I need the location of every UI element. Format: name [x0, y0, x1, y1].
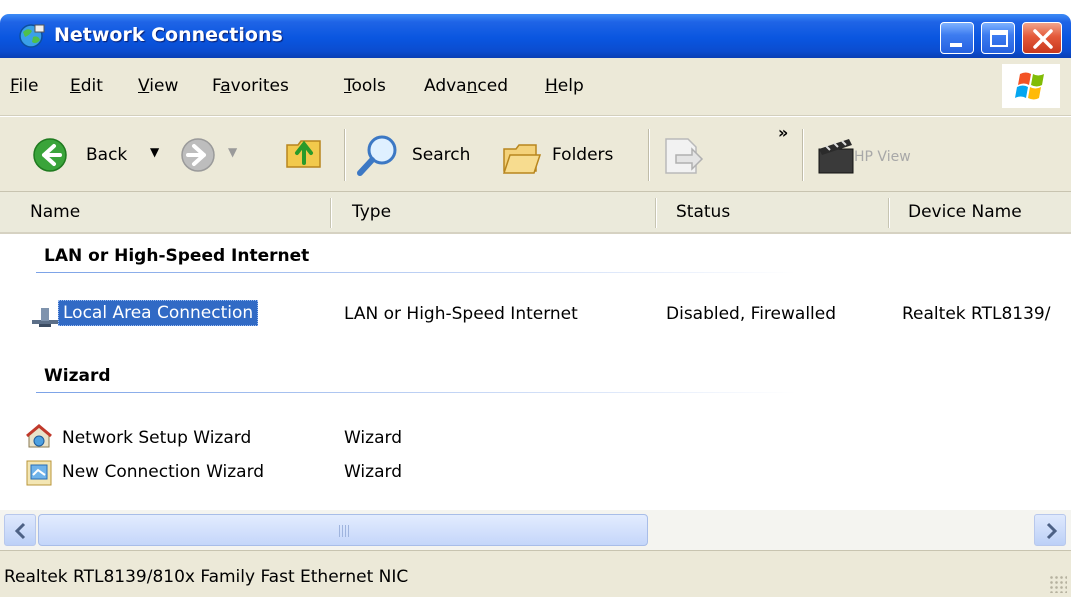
status-bar: Realtek RTL8139/810x Family Fast Etherne… — [0, 550, 1071, 597]
up-folder-button[interactable] — [284, 131, 328, 179]
back-button[interactable]: Back ▼ — [4, 127, 174, 183]
menu-favorites-pre: F — [212, 76, 221, 96]
scrollbar-thumb[interactable] — [38, 514, 648, 546]
menu-advanced-accel: n — [466, 76, 478, 96]
title-bar[interactable]: Network Connections — [0, 14, 1071, 58]
lan-connection-icon — [32, 308, 58, 327]
column-header-name[interactable]: Name — [22, 192, 80, 232]
up-folder-icon — [286, 140, 321, 168]
menu-help[interactable]: Help — [545, 76, 584, 96]
menu-advanced[interactable]: Advanced — [424, 76, 508, 96]
hp-view-button[interactable]: HP View — [812, 127, 952, 183]
move-to-button[interactable] — [658, 129, 718, 181]
window-title: Network Connections — [54, 24, 283, 46]
windows-logo-icon — [1002, 64, 1060, 108]
forward-button[interactable]: ▼ — [174, 127, 254, 183]
group-divider — [36, 392, 796, 393]
resize-grip-icon[interactable] — [1049, 575, 1067, 593]
wizard-name: New Connection Wizard — [62, 462, 265, 482]
column-divider[interactable] — [655, 198, 656, 228]
menu-advanced-label: ced — [477, 76, 508, 96]
maximize-button[interactable] — [981, 22, 1015, 54]
back-arrow-icon — [33, 138, 67, 172]
minimize-icon — [950, 43, 962, 47]
toolbar-separator — [648, 129, 650, 181]
menu-tools-label: ools — [351, 76, 386, 96]
chevron-right-icon — [1046, 522, 1058, 540]
network-connections-icon — [18, 23, 46, 49]
folders-label: Folders — [552, 145, 614, 165]
column-header-bar: Name Type Status Device Name — [0, 192, 1071, 234]
menu-favorites-label: vorites — [230, 76, 289, 96]
group-title-wizard: Wizard — [44, 366, 111, 386]
status-text: Realtek RTL8139/810x Family Fast Etherne… — [4, 567, 409, 587]
menu-file-accel: F — [10, 76, 19, 96]
menu-view-accel: V — [138, 76, 150, 96]
move-to-icon — [665, 138, 704, 174]
menu-favorites[interactable]: Favorites — [212, 76, 289, 96]
menu-tools[interactable]: Tools — [344, 76, 386, 96]
menu-tools-accel: T — [344, 76, 352, 96]
network-setup-wizard-icon — [26, 424, 52, 448]
minimize-button[interactable] — [940, 22, 974, 54]
column-header-status[interactable]: Status — [668, 192, 730, 232]
wizard-type: Wizard — [344, 428, 402, 448]
column-header-type[interactable]: Type — [344, 192, 391, 232]
back-dropdown-icon[interactable]: ▼ — [150, 145, 159, 159]
menu-view-label: iew — [149, 76, 179, 96]
connection-type: LAN or High-Speed Internet — [344, 304, 578, 324]
folders-button[interactable]: Folders — [496, 127, 636, 183]
menu-favorites-accel: a — [220, 76, 231, 96]
toolbar-separator — [344, 129, 346, 181]
toolbar: Back ▼ ▼ Search Folders » HP View — [0, 116, 1071, 192]
group-divider — [36, 272, 796, 273]
forward-arrow-icon — [181, 138, 215, 172]
column-header-device-name[interactable]: Device Name — [900, 192, 1022, 232]
toolbar-separator — [802, 129, 804, 181]
group-title-lan: LAN or High-Speed Internet — [44, 246, 310, 266]
column-divider[interactable] — [330, 198, 331, 228]
connection-status: Disabled, Firewalled — [666, 304, 837, 324]
menu-file[interactable]: File — [10, 76, 38, 96]
column-divider[interactable] — [888, 198, 889, 228]
search-button[interactable]: Search — [352, 127, 492, 183]
menu-file-label: ile — [18, 76, 39, 96]
folders-icon — [502, 144, 542, 174]
connections-list: LAN or High-Speed Internet Local Area Co… — [0, 234, 1071, 510]
new-connection-wizard-icon — [26, 460, 52, 486]
connection-name: Local Area Connection — [58, 300, 259, 326]
toolbar-overflow-chevron[interactable]: » — [778, 123, 788, 142]
thumb-grip — [339, 525, 351, 537]
hp-view-icon — [818, 139, 854, 174]
menu-advanced-pre: Adva — [424, 76, 467, 96]
menu-help-label: elp — [557, 76, 584, 96]
menu-edit[interactable]: Edit — [70, 76, 103, 96]
menu-bar: File Edit View Favorites Tools Advanced … — [0, 58, 1071, 116]
wizard-name: Network Setup Wizard — [62, 428, 252, 448]
scroll-left-button[interactable] — [4, 514, 36, 546]
chevron-left-icon — [14, 522, 26, 540]
menu-help-accel: H — [545, 76, 558, 96]
hp-view-label: HP View — [854, 149, 911, 165]
menu-edit-accel: E — [70, 76, 81, 96]
search-icon — [357, 135, 397, 176]
close-button[interactable] — [1022, 22, 1062, 54]
back-label: Back — [86, 145, 128, 165]
maximize-icon — [990, 30, 1008, 47]
horizontal-scrollbar[interactable] — [0, 510, 1071, 550]
wizard-type: Wizard — [344, 462, 402, 482]
scroll-right-button[interactable] — [1034, 514, 1066, 546]
connection-device-name: Realtek RTL8139/ — [902, 304, 1051, 324]
forward-dropdown-icon[interactable]: ▼ — [228, 145, 237, 159]
close-icon — [1033, 29, 1053, 49]
menu-edit-label: dit — [80, 76, 103, 96]
menu-view[interactable]: View — [138, 76, 178, 96]
search-label: Search — [412, 145, 471, 165]
